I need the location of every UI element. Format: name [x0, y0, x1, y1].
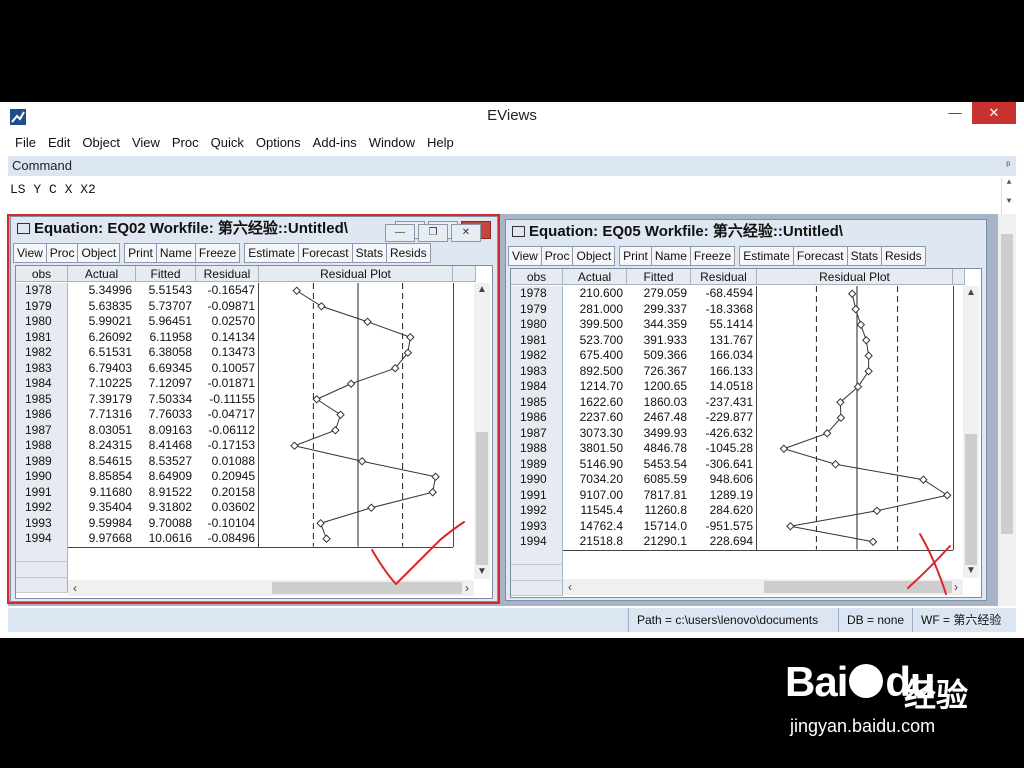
checkmark-mark [371, 521, 465, 586]
watermark-cn: 经验 [904, 677, 969, 713]
ink-annotations [371, 521, 951, 595]
paw-icon [849, 664, 884, 698]
watermark-url: jingyan.baidu.com [790, 716, 936, 736]
